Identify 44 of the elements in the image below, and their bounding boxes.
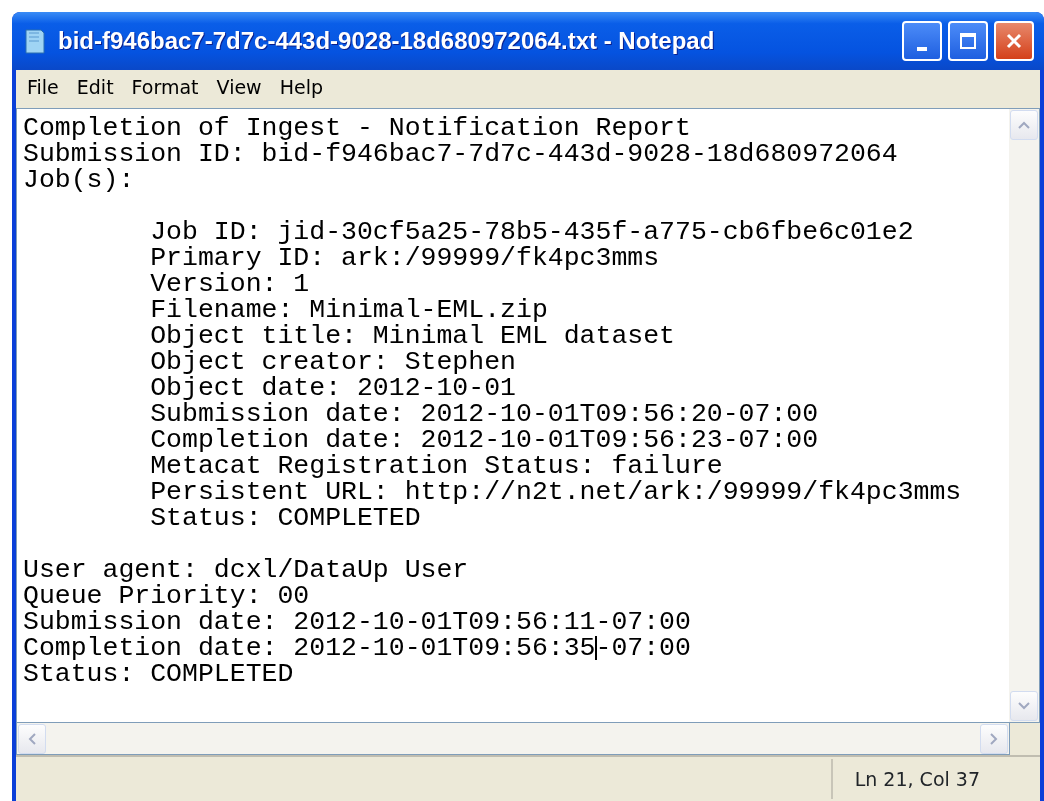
notepad-icon bbox=[24, 27, 46, 55]
text-line: Job(s): bbox=[23, 167, 136, 193]
menu-item[interactable]: Edit bbox=[67, 72, 123, 102]
horizontal-scrollbar[interactable] bbox=[16, 723, 1010, 755]
text-area[interactable] bbox=[16, 108, 1040, 723]
text-line: Submission date: 2012-10-01T09:56:20-07:00 bbox=[149, 401, 820, 427]
chevron-down-icon bbox=[1017, 701, 1031, 711]
menu-item[interactable]: File bbox=[18, 72, 68, 102]
text-line: Queue Priority: 00 bbox=[23, 583, 310, 609]
text-line: Status: COMPLETED bbox=[23, 661, 295, 687]
scroll-down-button[interactable] bbox=[1010, 691, 1038, 721]
chevron-left-icon bbox=[27, 732, 37, 746]
text-line: Object date: 2012-10-01 bbox=[149, 375, 517, 401]
vertical-scrollbar[interactable] bbox=[1009, 109, 1039, 722]
text-line: Submission ID: bid-f946bac7-7d7c-443d-9028-18d680972064 bbox=[23, 141, 899, 167]
chevron-up-icon bbox=[1017, 120, 1031, 130]
text-line: Completion date: 2012-10-01T09:56:23-07:00 bbox=[149, 427, 820, 453]
text-line: Job ID: jid-30cf5a25-78b5-435f-a775-cb6fbe6c01e2 bbox=[149, 219, 915, 245]
text-line: Persistent URL: http://n2t.net/ark:/99999/fk4pc3mms bbox=[149, 479, 963, 505]
close-button[interactable] bbox=[994, 21, 1034, 61]
maximize-button[interactable] bbox=[948, 21, 988, 61]
text-line: Object creator: Stephen bbox=[149, 349, 517, 375]
text-line: Status: COMPLETED bbox=[149, 505, 421, 531]
minimize-icon bbox=[917, 47, 927, 51]
menu-item[interactable]: Format bbox=[122, 72, 208, 102]
text-line: User agent: dcxl/DataUp User bbox=[23, 557, 470, 583]
scroll-up-button[interactable] bbox=[1010, 110, 1038, 140]
text-line: Submission date: 2012-10-01T09:56:11-07:00 bbox=[23, 609, 692, 635]
status-position: Ln 21, Col 37 bbox=[830, 758, 1040, 800]
close-icon bbox=[1004, 31, 1024, 51]
text-line: Object title: Minimal EML dataset bbox=[149, 323, 676, 349]
menu-item[interactable]: View bbox=[207, 72, 271, 102]
scroll-left-button[interactable] bbox=[18, 724, 46, 754]
text-line: Version: 1 bbox=[149, 271, 311, 297]
text-line: Metacat Registration Status: failure bbox=[149, 453, 723, 479]
text-line: Completion of Ingest - Notification Report bbox=[23, 115, 691, 141]
minimize-button[interactable] bbox=[902, 21, 942, 61]
chevron-right-icon bbox=[989, 732, 999, 746]
menu-item[interactable]: Help bbox=[270, 72, 332, 102]
text-line: Primary ID: ark:/99999/fk4pc3mms bbox=[149, 245, 660, 271]
maximize-icon bbox=[958, 31, 978, 51]
text-line: Filename: Minimal-EML.zip bbox=[149, 297, 549, 323]
scroll-right-button[interactable] bbox=[980, 724, 1008, 754]
window-title: bid-f946bac7-7d7c-443d-9028-18d680972064.txt - Notepad bbox=[58, 26, 715, 56]
